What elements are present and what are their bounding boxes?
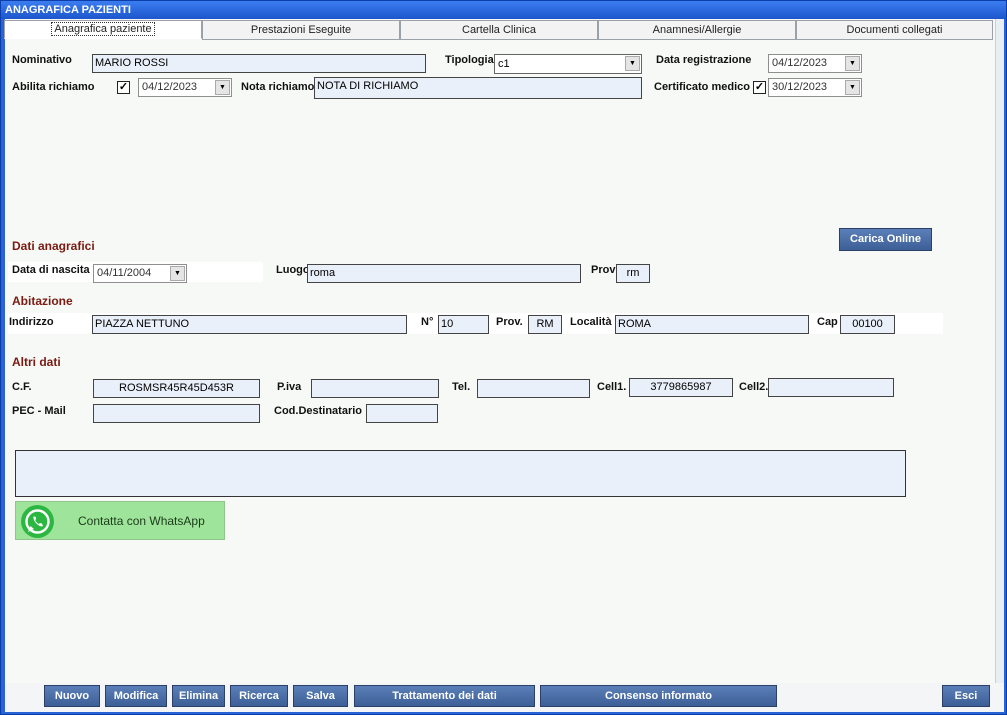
nominativo-input[interactable]: MARIO ROSSI — [92, 54, 426, 73]
consenso-informato-button[interactable]: Consenso informato — [540, 685, 777, 707]
tipologia-value: c1 — [498, 58, 510, 70]
cod-destinatario-label: Cod.Destinatario — [274, 405, 363, 417]
data-registrazione-label: Data registrazione — [656, 54, 752, 66]
tab-prestazioni-eseguite[interactable]: Prestazioni Eseguite — [202, 20, 400, 40]
prov-abitazione-input[interactable]: RM — [528, 315, 562, 334]
data-nascita-label: Data di nascita — [12, 264, 90, 276]
certificato-medico-checkbox[interactable]: ✓ — [753, 81, 766, 94]
salva-button[interactable]: Salva — [293, 685, 348, 707]
chevron-down-icon[interactable]: ▼ — [170, 266, 185, 281]
chevron-down-icon[interactable]: ▼ — [625, 56, 640, 71]
data-nascita-value: 04/11/2004 — [97, 267, 152, 279]
cell2-input[interactable] — [768, 378, 894, 397]
data-registrazione-value: 04/12/2023 — [772, 57, 828, 69]
nota-richiamo-input[interactable]: NOTA DI RICHIAMO — [314, 77, 642, 99]
chevron-down-icon[interactable]: ▼ — [845, 80, 860, 95]
prov-abitazione-label: Prov. — [496, 316, 523, 328]
pec-label: PEC - Mail — [12, 405, 66, 417]
tab-documenti-collegati[interactable]: Documenti collegati — [796, 20, 993, 40]
abilita-richiamo-date-picker[interactable]: 04/12/2023 ▼ — [138, 78, 232, 97]
cell1-label: Cell1. — [597, 381, 627, 393]
indirizzo-input[interactable]: PIAZZA NETTUNO — [92, 315, 407, 334]
abilita-richiamo-label: Abilita richiamo — [12, 81, 95, 93]
cap-input[interactable]: 00100 — [840, 315, 895, 334]
prov-input[interactable]: rm — [616, 264, 650, 283]
main-window: ANAGRAFICA PAZIENTI — [0, 0, 1007, 715]
whatsapp-label: Contatta con WhatsApp — [78, 514, 205, 528]
data-registrazione-picker[interactable]: 04/12/2023 ▼ — [768, 54, 862, 73]
certificato-medico-date-picker[interactable]: 30/12/2023 ▼ — [768, 78, 862, 97]
tel-input[interactable] — [477, 379, 590, 398]
esci-button[interactable]: Esci — [942, 685, 990, 707]
abitazione-title: Abitazione — [12, 294, 73, 308]
modifica-button[interactable]: Modifica — [105, 685, 167, 707]
numero-label: N° — [421, 316, 434, 328]
chevron-down-icon[interactable]: ▼ — [845, 56, 860, 71]
data-nascita-picker[interactable]: 04/11/2004 ▼ — [93, 264, 187, 283]
luogo-label: Luogo — [276, 264, 310, 276]
window-title: ANAGRAFICA PAZIENTI — [1, 1, 1006, 19]
trattamento-dati-button[interactable]: Trattamento dei dati — [354, 685, 535, 707]
whatsapp-button[interactable]: Contatta con WhatsApp — [15, 501, 225, 540]
whatsapp-icon — [21, 505, 54, 538]
tab-anamnesi-allergie[interactable]: Anamnesi/Allergie — [598, 20, 796, 40]
dati-anagrafici-title: Dati anagrafici — [12, 239, 95, 253]
note-memo-area[interactable] — [15, 450, 906, 497]
cf-label: C.F. — [12, 381, 32, 393]
piva-label: P.iva — [277, 381, 302, 393]
certificato-medico-date: 30/12/2023 — [772, 81, 828, 93]
pec-input[interactable] — [93, 404, 260, 423]
nominativo-label: Nominativo — [12, 54, 72, 66]
cell2-label: Cell2. — [739, 381, 769, 393]
cf-input[interactable]: ROSMSR45R45D453R — [93, 379, 260, 398]
certificato-medico-label: Certificato medico — [654, 81, 750, 93]
client-area — [5, 19, 995, 683]
nuovo-button[interactable]: Nuovo — [44, 685, 100, 707]
luogo-input[interactable]: roma — [307, 264, 581, 283]
piva-input[interactable] — [311, 379, 439, 398]
tab-label: Anagrafica paziente — [51, 22, 155, 36]
nota-richiamo-label: Nota richiamo — [241, 81, 315, 93]
tab-anagrafica-paziente[interactable]: Anagrafica paziente — [4, 20, 202, 39]
cod-destinatario-input[interactable] — [366, 404, 438, 423]
numero-input[interactable]: 10 — [438, 315, 489, 334]
abilita-richiamo-date: 04/12/2023 — [142, 81, 198, 93]
ricerca-button[interactable]: Ricerca — [230, 685, 288, 707]
indirizzo-label: Indirizzo — [9, 316, 54, 328]
tab-bar: Anagrafica paziente Prestazioni Eseguite… — [4, 20, 993, 40]
right-scroll-area — [995, 19, 1004, 683]
cell1-input[interactable]: 3779865987 — [629, 378, 733, 397]
localita-label: Località — [570, 316, 612, 328]
localita-input[interactable]: ROMA — [615, 315, 809, 334]
tipologia-select[interactable]: c1 ▼ — [494, 54, 642, 74]
altri-dati-title: Altri dati — [12, 355, 61, 369]
tab-cartella-clinica[interactable]: Cartella Clinica — [400, 20, 598, 40]
tipologia-label: Tipologia — [445, 54, 494, 66]
tel-label: Tel. — [452, 381, 471, 393]
cap-label: Cap — [817, 316, 838, 328]
elimina-button[interactable]: Elimina — [172, 685, 225, 707]
chevron-down-icon[interactable]: ▼ — [215, 80, 230, 95]
prov-label: Prov — [591, 264, 616, 276]
abilita-richiamo-checkbox[interactable]: ✓ — [117, 81, 130, 94]
carica-online-button[interactable]: Carica Online — [839, 228, 932, 251]
